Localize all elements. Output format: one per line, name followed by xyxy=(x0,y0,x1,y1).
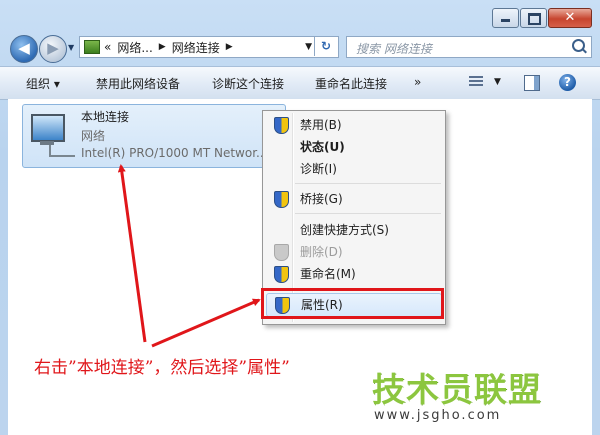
window-caption-buttons: ✕ xyxy=(491,8,592,28)
connection-network: 网络 xyxy=(81,129,106,143)
preview-pane-icon[interactable] xyxy=(524,75,540,91)
search-placeholder: 搜索 网络连接 xyxy=(356,42,432,56)
explorer-window: ✕ ◀ ▶ ▼ « 网络... ▶ 网络连接 ▶ ▼ ↻ 搜索 网络连接 组织 … xyxy=(0,0,600,435)
forward-arrow-icon: ▶ xyxy=(47,39,59,57)
view-dropdown-icon[interactable]: ▼ xyxy=(494,77,501,87)
menu-item-rename[interactable]: 重命名(M) xyxy=(263,263,443,285)
menu-item-create-shortcut[interactable]: 创建快捷方式(S) xyxy=(263,219,443,241)
watermark-url: www.jsgho.com xyxy=(374,408,502,423)
view-options-icon[interactable] xyxy=(469,76,483,88)
menu-item-diagnose[interactable]: 诊断(I) xyxy=(263,158,443,180)
back-button[interactable]: ◀ xyxy=(10,35,38,63)
uac-shield-icon xyxy=(274,117,289,134)
breadcrumb-separator-icon[interactable]: ▶ xyxy=(226,42,233,52)
back-arrow-icon: ◀ xyxy=(18,39,30,57)
address-prefix[interactable]: « xyxy=(104,40,111,54)
uac-shield-icon xyxy=(274,191,289,208)
refresh-button[interactable]: ↻ xyxy=(314,36,337,56)
rename-connection-button[interactable]: 重命名此连接 xyxy=(315,75,387,92)
breadcrumb-network-connections[interactable]: 网络连接 xyxy=(172,39,220,56)
close-icon: ✕ xyxy=(564,10,576,25)
menu-item-delete: 删除(D) xyxy=(263,241,443,263)
command-bar: 组织 ▾ 禁用此网络设备 诊断这个连接 重命名此连接 » ▼ ? xyxy=(0,66,600,100)
local-connection-item[interactable]: 本地连接 网络 Intel(R) PRO/1000 MT Networ... xyxy=(22,104,286,168)
address-bar[interactable]: « 网络... ▶ 网络连接 ▶ ▼ xyxy=(79,36,339,58)
uac-shield-icon xyxy=(274,266,289,283)
menu-separator xyxy=(295,183,441,184)
more-commands-button[interactable]: » xyxy=(414,75,421,89)
menu-item-bridge[interactable]: 桥接(G) xyxy=(263,188,443,210)
breadcrumb-separator-icon[interactable]: ▶ xyxy=(159,42,166,52)
disable-device-button[interactable]: 禁用此网络设备 xyxy=(96,75,180,92)
menu-item-status[interactable]: 状态(U) xyxy=(263,136,443,158)
minimize-button[interactable] xyxy=(492,8,519,28)
forward-button[interactable]: ▶ xyxy=(39,35,67,63)
breadcrumb-network[interactable]: 网络... xyxy=(117,39,152,56)
properties-highlight-box xyxy=(261,288,444,319)
menu-separator xyxy=(295,213,441,214)
search-icon[interactable] xyxy=(572,39,585,52)
recent-pages-dropdown[interactable]: ▼ xyxy=(68,43,74,52)
diagnose-connection-button[interactable]: 诊断这个连接 xyxy=(212,75,284,92)
address-dropdown-icon[interactable]: ▼ xyxy=(305,42,312,52)
watermark-logo: 技术员联盟 xyxy=(372,370,542,409)
close-button[interactable]: ✕ xyxy=(548,8,592,28)
instruction-caption: 右击”本地连接”，然后选择”属性” xyxy=(34,358,290,378)
uac-shield-icon xyxy=(274,244,289,261)
connection-name: 本地连接 xyxy=(81,110,130,124)
search-input[interactable]: 搜索 网络连接 xyxy=(346,36,592,58)
help-icon[interactable]: ? xyxy=(559,74,576,91)
network-folder-icon xyxy=(84,40,100,54)
network-adapter-icon xyxy=(31,114,65,142)
menu-item-disable[interactable]: 禁用(B) xyxy=(263,114,443,136)
organize-button[interactable]: 组织 ▾ xyxy=(26,75,60,92)
maximize-button[interactable] xyxy=(520,8,547,28)
connection-adapter: Intel(R) PRO/1000 MT Networ... xyxy=(81,146,268,160)
